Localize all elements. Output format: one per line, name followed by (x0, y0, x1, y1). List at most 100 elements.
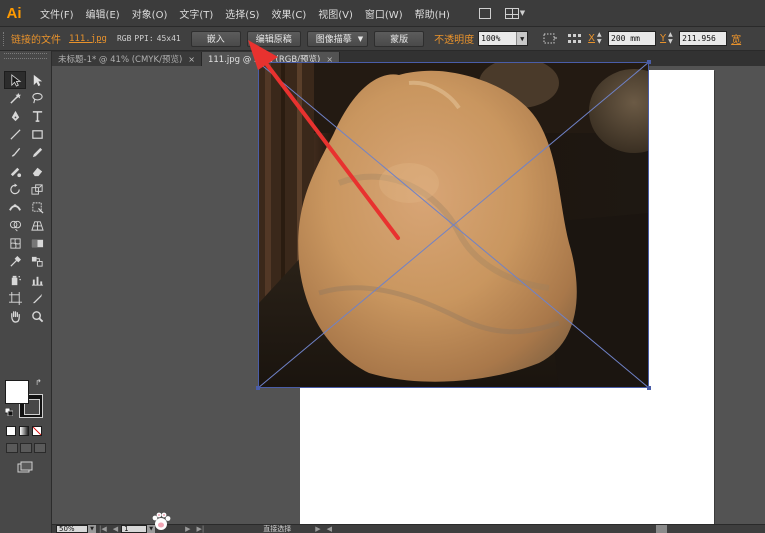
eyedropper-tool-icon[interactable] (4, 253, 26, 271)
width-label[interactable]: 宽 (731, 31, 741, 46)
last-artboard-icon[interactable]: ▶| (197, 525, 205, 533)
first-artboard-icon[interactable]: |◀ (99, 525, 107, 533)
tab-label: 未标题-1* @ 41% (CMYK/预览) (58, 55, 183, 65)
status-menu-icon[interactable]: ▶ (315, 525, 320, 533)
draw-behind-icon[interactable] (20, 443, 32, 453)
magic-wand-tool-icon[interactable] (4, 89, 26, 107)
fill-swatch[interactable] (5, 380, 29, 404)
menu-effect[interactable]: 效果(C) (265, 6, 312, 21)
color-mode-row (6, 426, 42, 436)
screen-mode-icon[interactable] (17, 461, 33, 473)
selection-handle-tr[interactable] (647, 60, 651, 64)
menu-help[interactable]: 帮助(H) (409, 6, 456, 21)
rectangle-tool-icon[interactable] (26, 126, 48, 144)
tools-panel: ↱ (0, 51, 52, 533)
draw-normal-icon[interactable] (6, 443, 18, 453)
fill-stroke-swatches: ↱ (5, 378, 49, 422)
menu-view[interactable]: 视图(V) (312, 6, 359, 21)
free-transform-tool-icon[interactable] (26, 198, 48, 216)
default-colors-icon[interactable] (5, 408, 13, 416)
blend-tool-icon[interactable] (26, 253, 48, 271)
selection-handle-br[interactable] (647, 386, 651, 390)
column-graph-tool-icon[interactable] (26, 271, 48, 289)
panel-grip[interactable] (4, 53, 47, 59)
current-tool-status[interactable]: 直接选择 (263, 525, 291, 533)
hand-tool-icon[interactable] (4, 307, 26, 325)
menu-select[interactable]: 选择(S) (219, 6, 265, 21)
artboard-number-field[interactable]: 1 (121, 525, 148, 533)
menu-window[interactable]: 窗口(W) (359, 6, 409, 21)
linked-file-label[interactable]: 链接的文件 (11, 31, 61, 46)
selection-tool-icon[interactable] (4, 71, 26, 90)
x-label[interactable]: X (588, 33, 595, 44)
direct-selection-tool-icon[interactable] (26, 71, 48, 89)
eraser-tool-icon[interactable] (26, 162, 48, 180)
y-label[interactable]: Y (660, 33, 666, 44)
chevron-down-icon[interactable]: ▼ (358, 35, 363, 43)
artboard-tool-icon[interactable] (4, 289, 26, 307)
stone-photo (259, 63, 648, 387)
horizontal-scrollbar-thumb[interactable] (656, 525, 667, 533)
image-trace-button[interactable]: 图像描摹 ▼ (306, 30, 369, 47)
y-field[interactable]: 211.956 (679, 31, 728, 46)
color-icon[interactable] (6, 426, 16, 436)
app-logo: Ai (6, 4, 22, 22)
scroll-left-icon[interactable]: ◀ (327, 525, 332, 533)
x-field[interactable]: 200 mm (608, 31, 657, 46)
control-bar: 链接的文件 111.jpg RGB PPI: 45x41 嵌入 编辑原稿 图像描… (0, 27, 765, 51)
blob-brush-tool-icon[interactable] (4, 162, 26, 180)
embed-button[interactable]: 嵌入 (190, 30, 241, 47)
linked-file-name[interactable]: 111.jpg (69, 34, 107, 44)
mesh-tool-icon[interactable] (4, 235, 26, 253)
mask-button[interactable]: 蒙版 (374, 30, 425, 47)
x-stepper[interactable]: ▲ ▼ (597, 31, 604, 46)
arrange-documents-icon[interactable]: ▼ (503, 4, 527, 22)
ppi-label: PPI: (134, 34, 154, 43)
width-tool-icon[interactable] (4, 198, 26, 216)
chevron-down-icon[interactable]: ▼ (88, 525, 96, 533)
opacity-label[interactable]: 不透明度 (434, 31, 474, 46)
edit-original-button[interactable]: 编辑原稿 (246, 30, 301, 47)
menu-bar: Ai 文件(F) 编辑(E) 对象(O) 文字(T) 选择(S) 效果(C) 视… (0, 0, 765, 27)
opacity-field[interactable]: 100% ▼ (478, 31, 529, 46)
paw-watermark-icon (152, 512, 171, 530)
pen-tool-icon[interactable] (4, 107, 26, 125)
color-mode: RGB (116, 34, 132, 43)
next-artboard-icon[interactable]: ▶ (185, 525, 190, 533)
swap-fill-stroke-icon[interactable]: ↱ (35, 378, 42, 387)
bridge-square-icon[interactable] (473, 4, 497, 22)
placed-image-stone-photo[interactable] (258, 62, 649, 388)
gradient-icon[interactable] (19, 426, 29, 436)
rotate-tool-icon[interactable] (4, 180, 26, 198)
zoom-tool-icon[interactable] (26, 307, 48, 325)
pencil-tool-icon[interactable] (26, 144, 48, 162)
chevron-down-icon[interactable]: ▼ (516, 32, 528, 45)
slice-tool-icon[interactable] (26, 289, 48, 307)
perspective-grid-tool-icon[interactable] (26, 217, 48, 235)
paintbrush-tool-icon[interactable] (4, 144, 26, 162)
lasso-tool-icon[interactable] (26, 89, 48, 107)
draw-inside-icon[interactable] (34, 443, 46, 453)
selection-handle-tl[interactable] (256, 60, 260, 64)
close-icon[interactable]: × (188, 55, 195, 64)
zoom-field[interactable]: 50% (56, 525, 88, 533)
reference-point-icon[interactable] (540, 31, 560, 47)
selection-handle-bl[interactable] (256, 386, 260, 390)
menu-type[interactable]: 文字(T) (173, 6, 219, 21)
none-icon[interactable] (32, 426, 42, 436)
shape-builder-tool-icon[interactable] (4, 217, 26, 235)
line-segment-tool-icon[interactable] (4, 126, 26, 144)
y-stepper[interactable]: ▲ ▼ (668, 31, 675, 46)
tool-grid (4, 71, 48, 326)
menu-object[interactable]: 对象(O) (126, 6, 174, 21)
menu-edit[interactable]: 编辑(E) (80, 6, 126, 21)
scale-tool-icon[interactable] (26, 180, 48, 198)
menu-file[interactable]: 文件(F) (34, 6, 80, 21)
symbol-sprayer-tool-icon[interactable] (4, 271, 26, 289)
transform-grid-icon[interactable] (564, 31, 584, 47)
tab-untitled-1[interactable]: 未标题-1* @ 41% (CMYK/预览) × (52, 52, 202, 66)
prev-artboard-icon[interactable]: ◀ (113, 525, 118, 533)
panel-grip[interactable] (3, 31, 7, 46)
gradient-tool-icon[interactable] (26, 235, 48, 253)
type-tool-icon[interactable] (26, 107, 48, 125)
